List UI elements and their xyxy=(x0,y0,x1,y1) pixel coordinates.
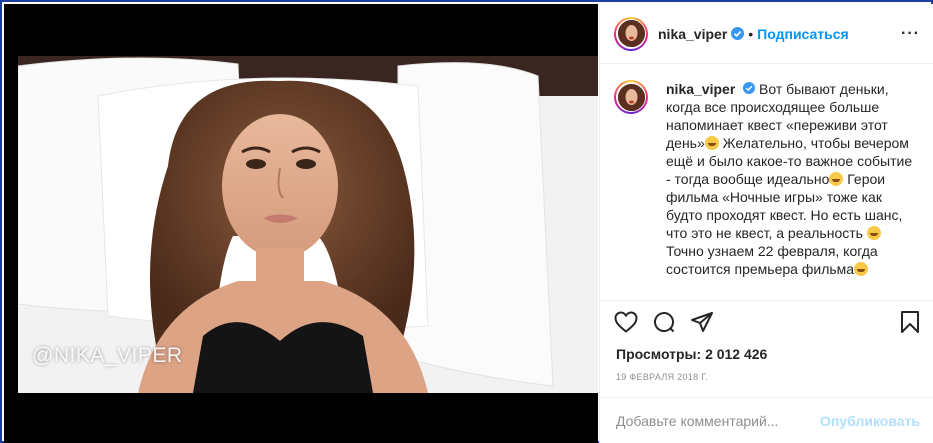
post-sidebar: nika_viper • Подписаться ··· nika_viper xyxy=(599,4,933,443)
caption-comment: nika_viper Вот бывают деньки, когда все … xyxy=(614,80,920,278)
header-username[interactable]: nika_viper xyxy=(658,26,727,42)
add-comment-bar: Опубликовать xyxy=(600,397,933,443)
window-frame: @NIKA_VIPER nika_viper • Подписаться ···… xyxy=(0,0,933,443)
post-date[interactable]: 19 февраля 2018 г. xyxy=(616,372,708,382)
caption-avatar[interactable] xyxy=(614,80,648,114)
photo-illustration xyxy=(18,56,598,393)
post-header: nika_viper • Подписаться ··· xyxy=(600,4,933,64)
bookmark-icon[interactable] xyxy=(900,310,920,334)
grinning-emoji-icon xyxy=(829,172,844,186)
more-options-button[interactable]: ··· xyxy=(901,25,920,43)
verified-badge-icon xyxy=(743,82,756,94)
heart-icon[interactable] xyxy=(614,311,638,333)
views-count: Просмотры: 2 012 426 xyxy=(616,346,767,362)
laughing-emoji-icon xyxy=(866,226,881,240)
views-label: Просмотры: xyxy=(616,346,702,362)
photo-watermark: @NIKA_VIPER xyxy=(32,344,183,367)
smiling-emoji-icon xyxy=(854,262,869,276)
verified-badge-icon xyxy=(731,27,745,40)
header-separator: • xyxy=(748,25,754,42)
post-photo[interactable] xyxy=(18,56,598,393)
avatar[interactable] xyxy=(614,16,648,51)
follow-button[interactable]: Подписаться xyxy=(757,26,849,42)
action-bar xyxy=(614,308,920,336)
avatar-image xyxy=(617,20,645,47)
caption-part: Точно узнаем 22 февраля, когда состоится… xyxy=(666,243,878,277)
caption-username[interactable]: nika_viper xyxy=(666,81,735,97)
laughing-emoji-icon xyxy=(704,136,719,150)
views-value: 2 012 426 xyxy=(705,346,768,362)
share-icon[interactable] xyxy=(690,311,714,333)
caption-text: nika_viper Вот бывают деньки, когда все … xyxy=(666,80,920,278)
post-media[interactable]: @NIKA_VIPER xyxy=(4,4,598,443)
comment-icon[interactable] xyxy=(652,310,676,334)
comment-input[interactable] xyxy=(614,411,821,430)
publish-button[interactable]: Опубликовать xyxy=(820,413,920,429)
caption-area: nika_viper Вот бывают деньки, когда все … xyxy=(600,64,933,301)
